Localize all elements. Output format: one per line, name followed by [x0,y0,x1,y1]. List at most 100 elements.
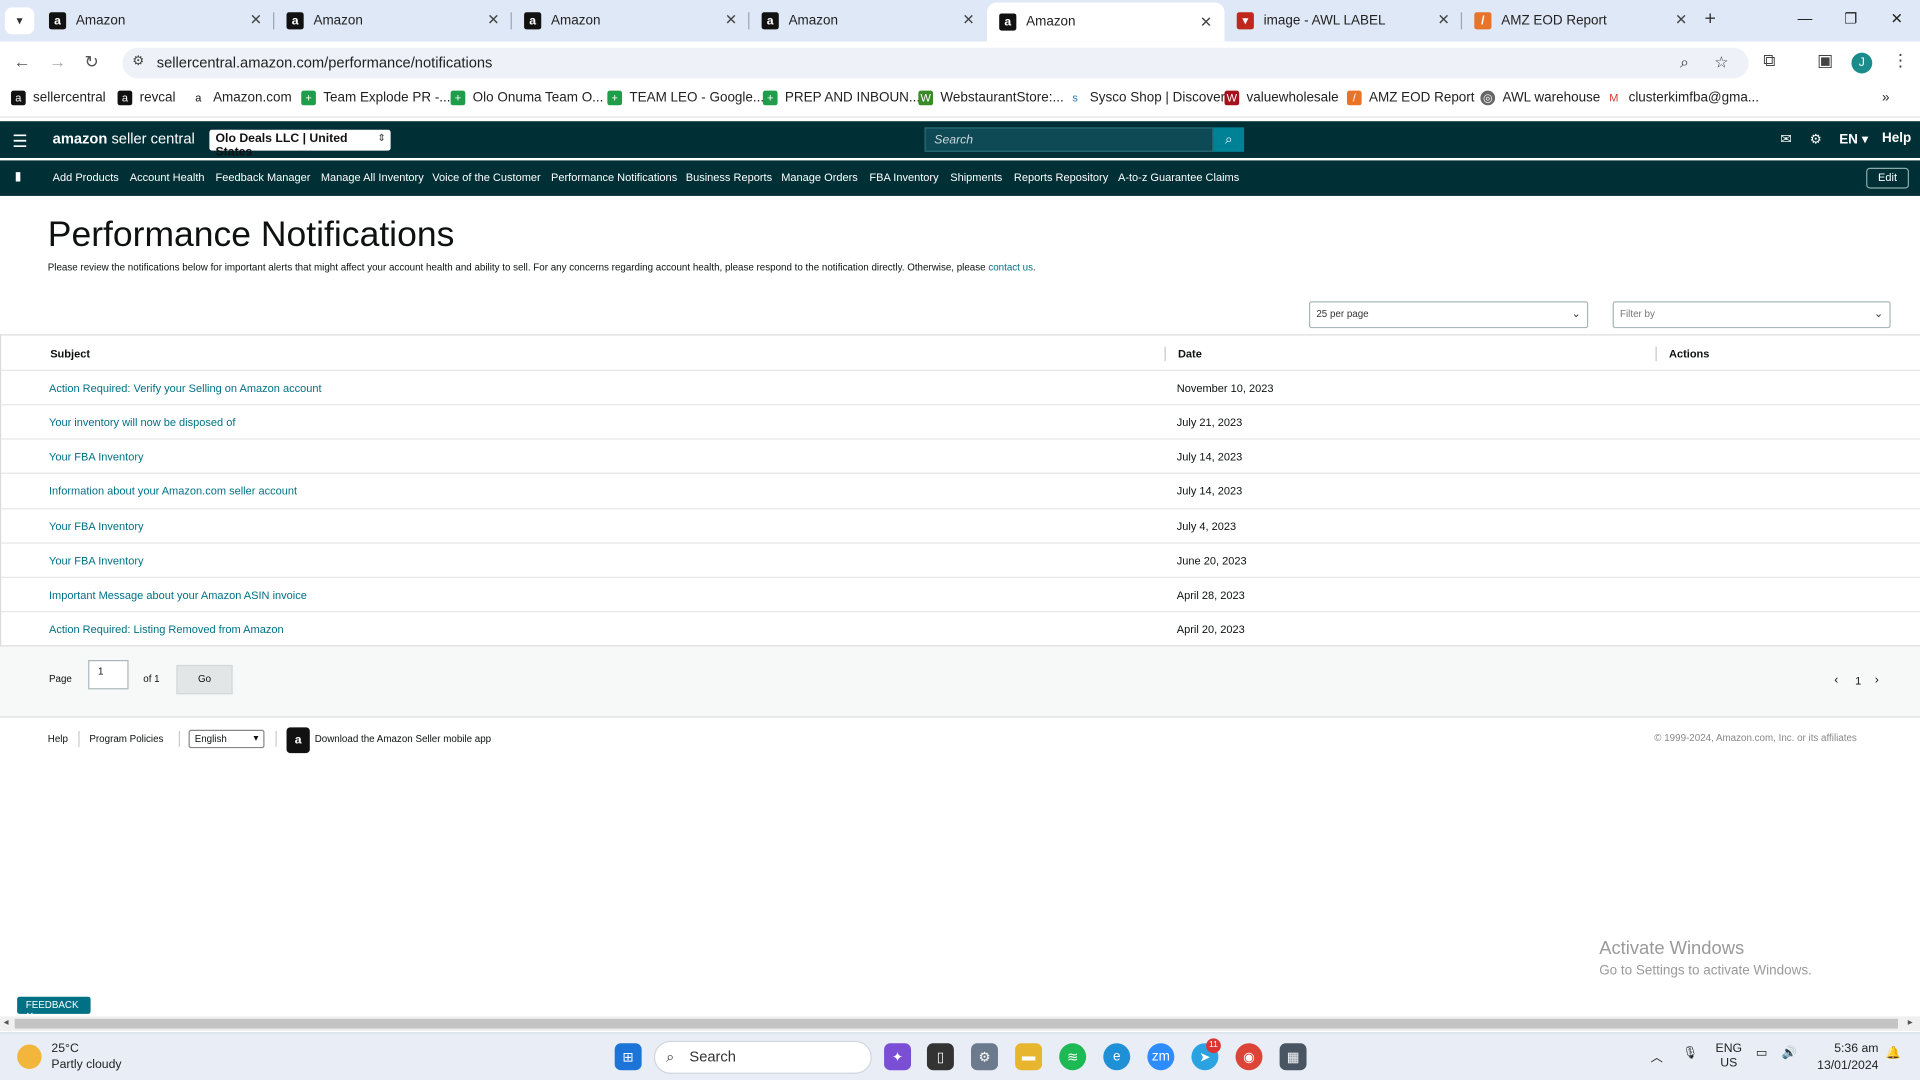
gear-icon[interactable]: ⚙ [1810,131,1822,147]
tab-search-icon[interactable]: ▾ [4,7,35,35]
notification-link[interactable]: Action Required: Listing Removed from Am… [49,623,284,635]
edit-nav-button[interactable]: Edit [1866,167,1909,189]
zoom-app-icon[interactable]: zm [1147,1043,1175,1071]
notification-link[interactable]: Important Message about your Amazon ASIN… [49,589,307,601]
microphone-icon[interactable]: 🎙 [1682,1047,1698,1060]
copilot-icon[interactable]: ✦ [884,1043,912,1071]
close-icon[interactable]: ✕ [487,11,499,28]
notifications-bell-icon[interactable]: 🔔 [1886,1047,1901,1060]
close-icon[interactable]: ✕ [250,11,262,28]
close-icon[interactable]: ✕ [1200,13,1212,30]
footer-help-link[interactable]: Help [48,733,68,744]
browser-tab[interactable]: a Amazon ✕ [274,0,512,42]
footer-language-select[interactable]: English ▾ [188,729,265,749]
notification-link[interactable]: Your FBA Inventory [49,451,144,463]
notification-link[interactable]: Your FBA Inventory [49,555,144,567]
nav-shipments[interactable]: Shipments [950,171,1002,183]
file-explorer-icon[interactable]: ▬ [1015,1043,1043,1071]
notification-link[interactable]: Action Required: Verify your Selling on … [49,382,322,394]
bookmark[interactable]: s Sysco Shop | Discover [1067,90,1225,106]
per-page-select[interactable]: 25 per page ⌄ [1308,301,1589,329]
scroll-thumb[interactable] [14,1018,1898,1029]
calculator-icon[interactable]: ▦ [1279,1043,1307,1071]
back-icon[interactable]: ← [13,51,30,71]
new-tab-icon[interactable]: + [1705,9,1716,31]
browser-tab-active[interactable]: a Amazon ✕ [986,2,1225,42]
bookmark-icon[interactable]: ▮ [15,170,22,183]
nav-account-health[interactable]: Account Health [130,171,205,183]
edge-icon[interactable]: e [1103,1043,1131,1071]
nav-reports-repository[interactable]: Reports Repository [1014,171,1108,183]
tray-overflow-icon[interactable]: ︿ [1651,1047,1663,1065]
bookmark[interactable]: a revcal [117,90,176,106]
bookmark[interactable]: a sellercentral [11,90,106,106]
account-switcher[interactable]: Olo Deals LLC | United States ⇕ [209,129,391,159]
omnibox[interactable]: ⚙ sellercentral.amazon.com/performance/n… [122,47,1749,79]
weather-widget[interactable]: 25°C Partly cloudy [17,1041,122,1073]
close-icon[interactable]: ✕ [1437,11,1449,28]
bookmark[interactable]: W WebstaurantStore:... [918,90,1064,106]
notification-link[interactable]: Your inventory will now be disposed of [49,416,235,428]
search-input[interactable]: Search [924,127,1214,152]
clock[interactable]: 5:36 am 13/01/2024 [1817,1041,1878,1075]
chrome-icon[interactable]: ◉ [1235,1043,1263,1071]
notification-link[interactable]: Your FBA Inventory [49,520,144,532]
close-icon[interactable]: ✕ [725,11,737,28]
download-app-link[interactable]: Download the Amazon Seller mobile app [315,733,491,744]
avatar[interactable]: J [1851,52,1873,74]
close-icon[interactable]: ✕ [1675,11,1687,28]
nav-manage-all-inventory[interactable]: Manage All Inventory [321,171,424,183]
filter-select[interactable]: Filter by ⌄ [1612,301,1891,329]
reload-icon[interactable]: ↻ [84,51,98,72]
nav-atoz-claims[interactable]: A-to-z Guarantee Claims [1118,171,1239,183]
restore-icon[interactable]: ❐ [1844,10,1857,27]
bookmarks-overflow-icon[interactable]: » [1882,91,1890,106]
task-view-icon[interactable]: ▯ [926,1043,954,1071]
nav-performance-notifications[interactable]: Performance Notifications [551,171,677,183]
bookmark[interactable]: Mclusterkimfba@gma... [1606,90,1759,106]
close-icon[interactable]: ✕ [962,11,974,28]
nav-add-products[interactable]: Add Products [53,171,119,183]
language-selector[interactable]: EN ▾ [1839,131,1868,147]
minimize-icon[interactable]: — [1798,10,1813,27]
feedback-button[interactable]: FEEDBACK ✕ [17,996,91,1021]
browser-tab[interactable]: ▾ image - AWL LABEL ✕ [1225,0,1463,42]
horizontal-scrollbar[interactable]: ◂ ▸ [0,1016,1920,1032]
go-button[interactable]: Go [176,664,233,695]
start-icon[interactable]: ⊞ [614,1043,642,1071]
nav-fba-inventory[interactable]: FBA Inventory [869,171,938,183]
nav-business-reports[interactable]: Business Reports [686,171,772,183]
nav-voice-of-customer[interactable]: Voice of the Customer [432,171,540,183]
star-icon[interactable]: ☆ [1714,53,1728,73]
bookmark[interactable]: + Team Explode PR -... [301,90,451,106]
forward-icon[interactable]: → [49,51,66,71]
page-number-input[interactable]: 1 [88,660,129,690]
network-icon[interactable]: ▭ [1756,1047,1768,1060]
input-language[interactable]: ENG US [1716,1042,1743,1071]
extensions-icon[interactable]: ⧉ [1763,50,1775,71]
amazon-app-icon[interactable]: a [286,727,310,754]
program-policies-link[interactable]: Program Policies [89,733,163,744]
site-info-icon[interactable]: ⚙ [132,53,144,69]
browser-tab[interactable]: a Amazon ✕ [512,0,750,42]
bookmark[interactable]: + PREP AND INBOUN... [762,90,920,106]
bookmark[interactable]: a Amazon.com [191,90,292,106]
bookmark[interactable]: ◎ AWL warehouse [1480,90,1600,106]
bookmark[interactable]: + Olo Onuma Team O... [450,90,603,106]
nav-manage-orders[interactable]: Manage Orders [781,171,858,183]
nav-feedback-manager[interactable]: Feedback Manager [216,171,311,183]
close-window-icon[interactable]: ✕ [1891,10,1903,27]
mail-icon[interactable]: ✉ [1780,131,1791,147]
help-link[interactable]: Help [1882,131,1911,146]
current-page[interactable]: 1 [1855,675,1861,687]
spotify-icon[interactable]: ≋ [1059,1043,1087,1071]
browser-tab[interactable]: a Amazon ✕ [749,0,987,42]
side-panel-icon[interactable]: ▣ [1817,50,1833,71]
scroll-right-icon[interactable]: ▸ [1908,1016,1913,1027]
chevron-left-icon[interactable]: ‹ [1834,673,1838,686]
chevron-right-icon[interactable]: › [1875,673,1879,686]
bookmark[interactable]: Wvaluewholesale [1224,90,1339,106]
bookmark[interactable]: / AMZ EOD Report [1346,90,1475,106]
scroll-left-icon[interactable]: ◂ [4,1016,9,1027]
volume-icon[interactable]: 🔊 [1782,1047,1797,1060]
